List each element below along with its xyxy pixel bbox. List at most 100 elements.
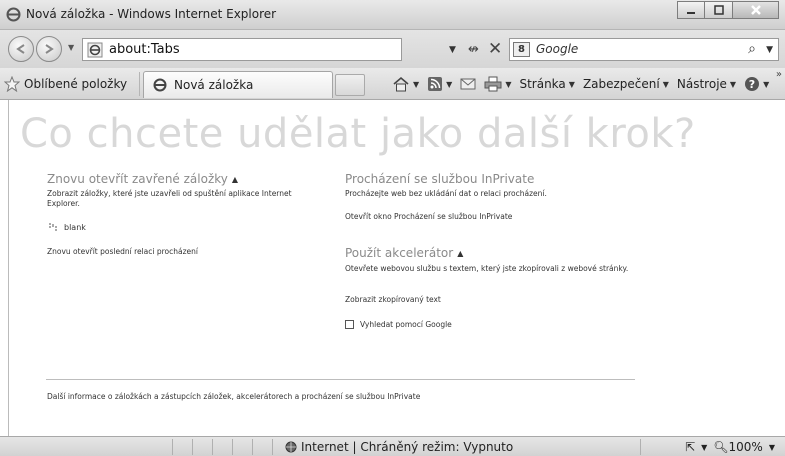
reopen-closed-tabs-label: Znovu otevřít zavřené záložky [47, 172, 228, 186]
title-bar: Nová záložka - Windows Internet Explorer [0, 0, 785, 30]
change-status-button[interactable]: ⇱ [685, 440, 695, 454]
page-menu-label: Stránka [519, 77, 566, 91]
closed-tab-item[interactable]: blank [48, 223, 86, 232]
zoom-button[interactable]: 🔍︎100% [713, 440, 763, 454]
minimize-button[interactable] [677, 1, 705, 19]
new-tab-button[interactable] [335, 74, 365, 96]
stop-icon[interactable]: ✕ [488, 39, 502, 59]
search-options-dropdown-icon[interactable]: ▼ [766, 45, 773, 55]
recent-pages-dropdown-icon[interactable]: ▼ [68, 43, 74, 52]
footer-divider [46, 379, 635, 380]
zoom-dropdown-icon[interactable]: ▼ [769, 443, 775, 452]
closed-tab-label: blank [64, 223, 86, 232]
accelerator-label: Použít akcelerátor [345, 246, 454, 260]
tab-ie-icon [153, 78, 167, 92]
back-arrow-icon [16, 44, 25, 54]
reopen-closed-tabs-description: Zobrazit záložky, které jste uzavřeli od… [47, 189, 292, 208]
zoom-area: ⇱ ▼ 🔍︎100% ▼ [685, 440, 775, 454]
command-bar: ▼ ▼ ▼ Stránka ▼ Zabezpečení ▼ Nástroje ▼… [392, 73, 777, 95]
read-mail-button[interactable] [460, 77, 476, 91]
safety-menu-label: Zabezpečení [582, 77, 660, 91]
window-controls [677, 1, 779, 19]
search-with-google-item[interactable]: Vyhledat pomocí Google [345, 320, 452, 329]
show-copied-text-link[interactable]: Zobrazit zkopírovaný text [345, 295, 441, 304]
home-icon [393, 76, 409, 92]
command-row: Oblíbené položky Nová záložka ▼ ▼ ▼ Strá… [0, 68, 785, 100]
close-icon [750, 5, 761, 15]
toolbar-overflow-chevron-icon[interactable]: » [776, 69, 782, 80]
open-inprivate-link[interactable]: Otevřít okno Procházení se službou InPri… [345, 212, 512, 221]
maximize-button[interactable] [705, 1, 733, 19]
favorites-label: Oblíbené položky [24, 77, 128, 91]
page-content: Co chcete udělat jako další krok? Znovu … [8, 100, 785, 436]
status-dropdown-icon[interactable]: ▼ [701, 443, 707, 452]
feeds-button[interactable]: ▼ [427, 76, 452, 92]
printer-icon [484, 76, 502, 92]
print-button[interactable]: ▼ [484, 76, 511, 92]
reopen-last-session-link[interactable]: Znovu otevřít poslední relaci procházení [47, 247, 198, 256]
accelerator-description: Otevřete webovou službu s textem, který … [345, 264, 629, 273]
globe-icon [285, 441, 297, 453]
print-dropdown-icon[interactable]: ▼ [505, 80, 511, 89]
more-info-link[interactable]: Další informace o záložkách a zástupcích… [47, 392, 420, 401]
search-icon[interactable]: ⌕ [748, 41, 756, 57]
address-row: ▼ about:Tabs ▼ ↮ ✕ 8 Google ⌕ ▼ [0, 30, 785, 68]
status-separator [272, 439, 273, 455]
favorites-star-icon [4, 76, 20, 92]
back-button[interactable] [8, 36, 34, 62]
search-with-google-label: Vyhledat pomocí Google [360, 320, 452, 329]
help-dropdown-icon: ▼ [763, 79, 770, 89]
safety-menu[interactable]: Zabezpečení ▼ [583, 77, 669, 91]
page-menu-dropdown-icon: ▼ [568, 79, 575, 89]
feeds-dropdown-icon[interactable]: ▼ [446, 80, 452, 89]
forward-button[interactable] [36, 36, 62, 62]
search-provider-icon: 8 [513, 42, 530, 57]
home-button[interactable]: ▼ [392, 76, 419, 92]
tools-menu-dropdown-icon: ▼ [729, 79, 737, 89]
inprivate-title: Procházení se službou InPrivate [345, 172, 535, 186]
safety-menu-dropdown-icon: ▼ [662, 79, 669, 89]
reopen-closed-tabs-title[interactable]: Znovu otevřít zavřené záložky ▲ [47, 172, 238, 186]
blank-page-icon [49, 223, 57, 231]
tools-menu-label: Nástroje [676, 77, 727, 91]
mail-icon [460, 78, 476, 90]
tab-new-tab[interactable]: Nová záložka [143, 71, 333, 98]
status-separator [232, 439, 233, 455]
status-separator [212, 439, 213, 455]
google-accelerator-icon [345, 320, 354, 329]
help-button[interactable]: ? ▼ [744, 76, 769, 92]
window-title: Nová záložka - Windows Internet Explorer [26, 7, 277, 21]
svg-text:?: ? [749, 78, 755, 91]
page-ie-icon [87, 42, 103, 58]
forward-arrow-icon [45, 44, 54, 54]
status-separator [172, 439, 173, 455]
home-dropdown-icon[interactable]: ▼ [413, 80, 419, 89]
collapse-caret-icon: ▲ [231, 175, 239, 184]
security-zone[interactable]: Internet | Chráněný režim: Vypnuto [285, 440, 513, 454]
help-icon: ? [745, 77, 760, 91]
status-bar: Internet | Chráněný režim: Vypnuto ⇱ ▼ 🔍… [0, 436, 785, 456]
close-button[interactable] [733, 1, 779, 19]
search-placeholder: Google [536, 42, 579, 56]
page-menu[interactable]: Stránka ▼ [519, 77, 574, 91]
status-separator [640, 439, 641, 455]
rss-feed-icon [428, 77, 443, 91]
compatibility-refresh-icon[interactable]: ↮ [468, 42, 479, 57]
zoom-magnifier-icon: 🔍︎ [713, 440, 729, 454]
collapse-caret-icon: ▲ [457, 249, 464, 258]
zoom-level: 100% [728, 440, 763, 454]
minimize-icon [687, 12, 695, 14]
security-zone-label: Internet | Chráněný režim: Vypnuto [301, 440, 514, 454]
accelerator-title[interactable]: Použít akcelerátor ▲ [345, 246, 463, 260]
address-bar[interactable]: about:Tabs [82, 38, 402, 61]
status-separator [252, 439, 253, 455]
address-dropdown-icon[interactable]: ▼ [449, 45, 456, 55]
ie-logo-icon [6, 7, 21, 22]
inprivate-description: Procházejte web bez ukládání dat o relac… [345, 189, 547, 198]
maximize-icon [713, 5, 724, 15]
search-box[interactable]: 8 Google ⌕ ▼ [509, 38, 779, 61]
status-separator [192, 439, 193, 455]
favorites-button[interactable]: Oblíbené položky [0, 72, 140, 96]
address-url: about:Tabs [109, 42, 180, 57]
tools-menu[interactable]: Nástroje ▼ [677, 77, 736, 91]
